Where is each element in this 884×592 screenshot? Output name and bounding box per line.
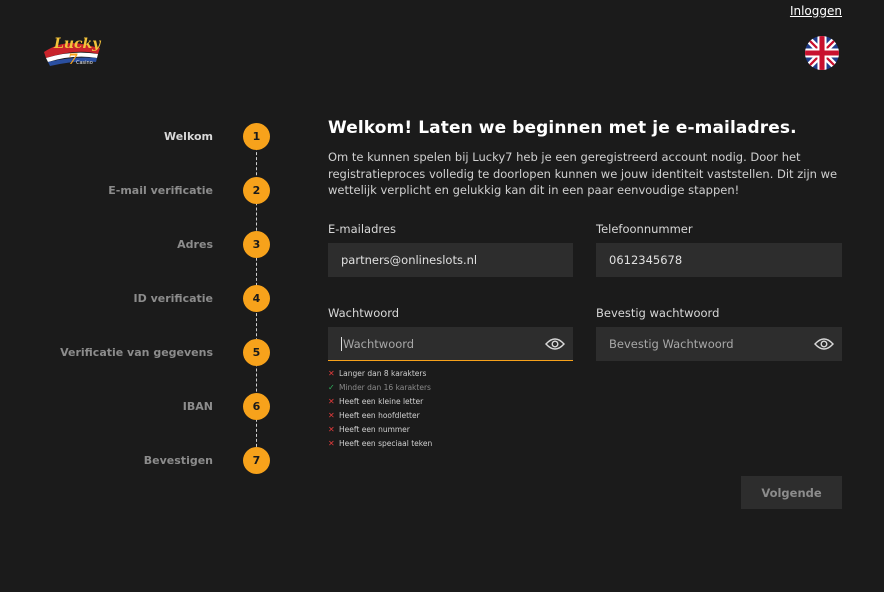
confirm-password-field-group: Bevestig wachtwoord Bevestig Wachtwoord [596, 306, 842, 361]
eye-icon[interactable] [814, 337, 834, 351]
confirm-password-input[interactable]: Bevestig Wachtwoord [596, 327, 842, 361]
phone-field-group: Telefoonnummer 0612345678 [596, 222, 842, 277]
step-bevestigen[interactable]: Bevestigen 7 [0, 447, 270, 474]
confirm-password-label: Bevestig wachtwoord [596, 306, 720, 320]
intro-text: Om te kunnen spelen bij Lucky7 heb je ee… [328, 150, 838, 197]
phone-input[interactable]: 0612345678 [596, 243, 842, 277]
rule-item: ✕ Heeft een kleine letter [328, 396, 424, 406]
step-label: Adres [177, 238, 213, 251]
step-number: 2 [243, 177, 270, 204]
step-label: Verificatie van gegevens [60, 346, 213, 359]
step-number: 3 [243, 231, 270, 258]
rule-item: ✕ Langer dan 8 karakters [328, 368, 427, 378]
svg-text:Casino: Casino [76, 60, 93, 66]
text-caret [341, 336, 342, 351]
cross-icon: ✕ [328, 410, 335, 420]
step-adres[interactable]: Adres 3 [0, 231, 270, 258]
lucky7-logo[interactable]: Lucky 7 Casino [42, 30, 104, 68]
step-email-verificatie[interactable]: E-mail verificatie 2 [0, 177, 270, 204]
next-button[interactable]: Volgende [741, 476, 842, 509]
step-id-verificatie[interactable]: ID verificatie 4 [0, 285, 270, 312]
phone-value: 0612345678 [609, 253, 683, 267]
step-label: Bevestigen [143, 454, 213, 467]
step-label: Welkom [163, 130, 213, 143]
password-placeholder: Wachtwoord [343, 336, 415, 351]
eye-icon[interactable] [545, 337, 565, 351]
step-label: IBAN [182, 400, 213, 413]
registration-main: Welkom! Laten we beginnen met je e-maila… [328, 118, 842, 199]
step-iban[interactable]: IBAN 6 [0, 393, 270, 420]
email-field-group: E-mailadres partners@onlineslots.nl [328, 222, 573, 277]
cross-icon: ✕ [328, 438, 335, 448]
check-icon: ✓ [328, 382, 335, 392]
page-title: Welkom! Laten we beginnen met je e-maila… [328, 118, 797, 138]
login-link[interactable]: Inloggen [790, 4, 842, 18]
step-number: 5 [243, 339, 270, 366]
confirm-password-placeholder: Bevestig Wachtwoord [609, 337, 734, 351]
step-number: 1 [243, 123, 270, 150]
svg-text:Lucky: Lucky [53, 36, 101, 52]
step-label: E-mail verificatie [108, 184, 213, 197]
password-label: Wachtwoord [328, 306, 400, 320]
cross-icon: ✕ [328, 396, 335, 406]
email-input[interactable]: partners@onlineslots.nl [328, 243, 573, 277]
password-rules: ✕ Langer dan 8 karakters ✓ Minder dan 16 k… [328, 366, 573, 450]
step-number: 4 [243, 285, 270, 312]
rule-item: ✕ Heeft een speciaal teken [328, 438, 433, 448]
cross-icon: ✕ [328, 368, 335, 378]
step-number: 7 [243, 447, 270, 474]
rule-item: ✕ Heeft een hoofdletter [328, 410, 420, 420]
step-number: 6 [243, 393, 270, 420]
uk-flag-language-icon[interactable] [805, 36, 839, 70]
step-welkom[interactable]: Welkom 1 [0, 123, 270, 150]
password-input[interactable]: Wachtwoord [328, 327, 573, 361]
email-value: partners@onlineslots.nl [341, 253, 478, 267]
rule-item: ✓ Minder dan 16 karakters [328, 382, 431, 392]
step-label: ID verificatie [133, 292, 213, 305]
step-verificatie-gegevens[interactable]: Verificatie van gegevens 5 [0, 339, 270, 366]
password-field-group: Wachtwoord Wachtwoord ✕ Langer dan 8 kara… [328, 306, 573, 450]
phone-label: Telefoonnummer [596, 222, 693, 236]
cross-icon: ✕ [328, 424, 335, 434]
rule-item: ✕ Heeft een nummer [328, 424, 410, 434]
email-label: E-mailadres [328, 222, 396, 236]
